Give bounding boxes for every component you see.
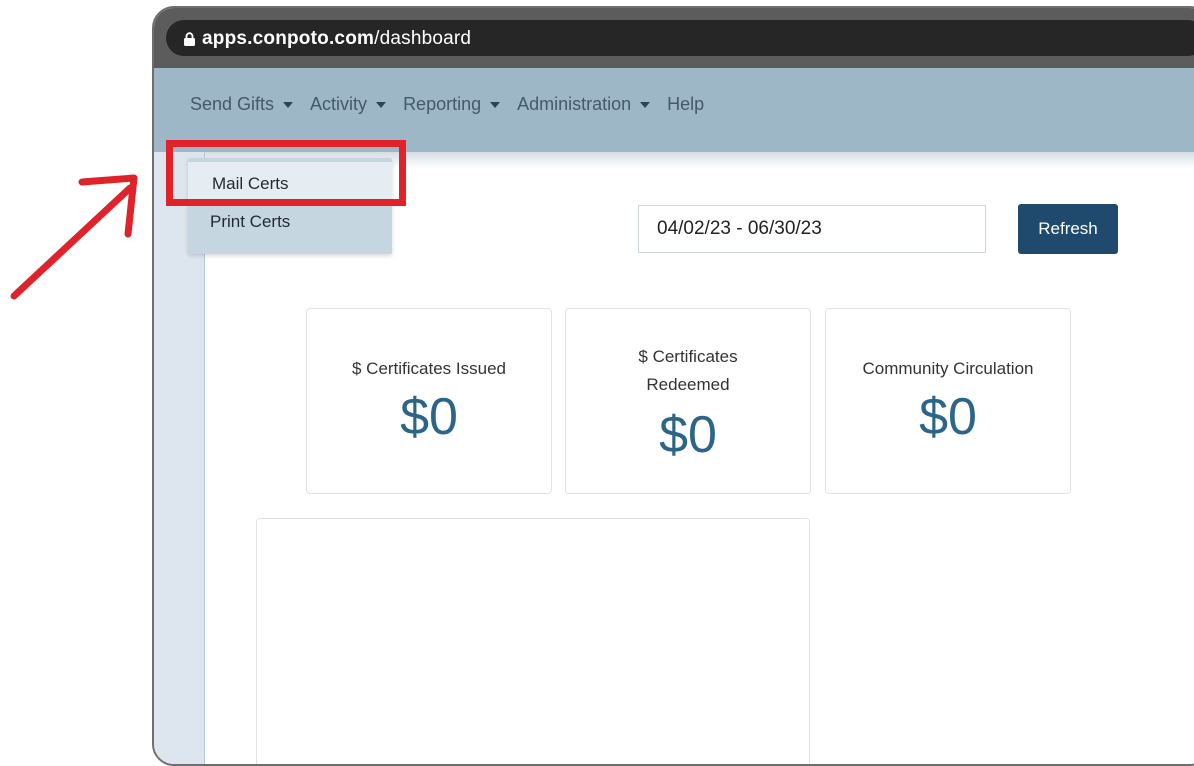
- address-bar[interactable]: apps.conpoto.com/dashboard: [166, 20, 1194, 56]
- nav-label: Activity: [310, 94, 368, 114]
- card-label: Community Circulation: [862, 359, 1034, 378]
- nav-send-gifts[interactable]: Send Gifts: [190, 94, 294, 115]
- url-text: apps.conpoto.com/dashboard: [202, 28, 471, 50]
- refresh-button[interactable]: Refresh: [1018, 204, 1118, 254]
- caret-down-icon: [490, 102, 501, 108]
- url-path: /dashboard: [374, 28, 472, 49]
- nav-activity[interactable]: Activity: [310, 94, 387, 115]
- caret-down-icon: [640, 102, 651, 108]
- nav-administration[interactable]: Administration: [517, 94, 651, 115]
- nav-label: Help: [667, 94, 705, 114]
- browser-window: apps.conpoto.com/dashboard Send Gifts Ac…: [152, 6, 1194, 766]
- nav-reporting[interactable]: Reporting: [403, 94, 501, 115]
- caret-down-icon: [376, 102, 387, 108]
- url-domain: apps.conpoto.com: [202, 28, 375, 49]
- date-range-input[interactable]: [638, 205, 986, 253]
- card-label: $ Certificates Redeemed: [638, 347, 738, 394]
- card-value: $0: [400, 388, 458, 446]
- card-community-circulation: Community Circulation $0: [825, 308, 1071, 494]
- nav-label: Send Gifts: [190, 94, 275, 114]
- nav-label: Administration: [517, 94, 632, 114]
- caret-down-icon: [283, 102, 294, 108]
- menu-item-print-certs[interactable]: Print Certs: [210, 212, 290, 232]
- menu-item-label: Print Certs: [210, 212, 291, 231]
- card-certificates-issued: $ Certificates Issued $0: [306, 308, 552, 494]
- annotation-highlight-box: [166, 140, 406, 206]
- arrow-up-right-icon: [10, 174, 138, 300]
- card-label: $ Certificates Issued: [351, 359, 506, 378]
- card-value: $0: [919, 388, 977, 446]
- lock-icon: [184, 32, 195, 46]
- nav-label: Reporting: [403, 94, 482, 114]
- browser-toolbar: apps.conpoto.com/dashboard: [154, 8, 1194, 68]
- card-certificates-redeemed: $ Certificates Redeemed $0: [565, 308, 811, 494]
- nav-help[interactable]: Help: [667, 94, 704, 115]
- card-value: $0: [659, 406, 717, 464]
- chart-panel: [256, 518, 810, 764]
